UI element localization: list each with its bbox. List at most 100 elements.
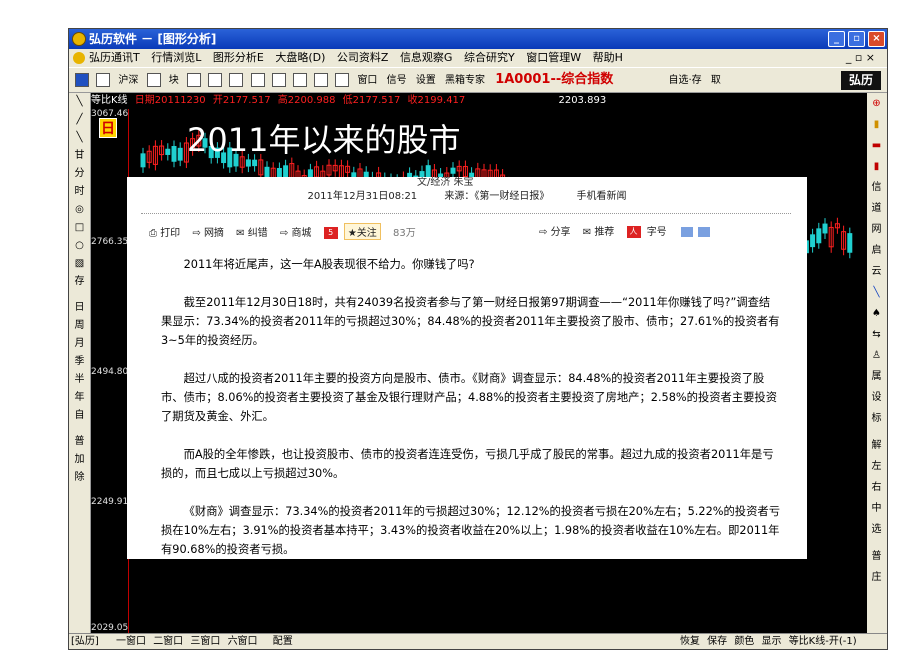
grid-icon[interactable] [146,73,161,87]
window-6-button[interactable]: 六窗口 [228,636,258,647]
mobile-news-link[interactable]: 手机看新闻 [577,191,627,202]
line-tool-icon[interactable]: ╲ [69,129,90,147]
right-tool-yun[interactable]: 云 [866,261,887,282]
right-tool-dao[interactable]: 道 [866,198,887,219]
print-link[interactable]: ⎙ 打印 [149,224,180,239]
font-decrease-icon[interactable] [698,227,711,237]
follow-button[interactable]: ★关注 [343,223,381,240]
rect-icon[interactable]: □ [69,219,90,237]
restore-layout-button[interactable]: 恢复 [680,636,700,647]
signal-icon[interactable] [314,73,329,87]
adjust-remove[interactable]: 除 [69,469,90,487]
doc-icon[interactable] [229,73,244,87]
recommend-icon[interactable]: 人 [626,226,641,238]
right-tool-she[interactable]: 设 [866,387,887,408]
toolbar-settings[interactable]: 设置 [416,69,436,93]
flow-icon[interactable]: ⇆ [866,324,887,345]
title-bar[interactable]: 弘历软件 － [图形分析] _ ▫ × [69,29,887,49]
flag-ru-icon[interactable]: ▬ [866,135,887,156]
cross-icon[interactable] [335,73,350,87]
right-tool-xin[interactable]: 信 [866,177,887,198]
page-icon[interactable] [96,73,111,87]
period-quarter[interactable]: 季 [69,353,90,371]
toolbar-signal[interactable]: 信号 [387,69,407,93]
pen-icon[interactable] [292,73,307,87]
menu-item[interactable]: 弘历通讯T [89,51,140,64]
candle-body [816,228,822,244]
line-tool-icon[interactable]: ╲ [69,93,90,111]
period-half[interactable]: 半 [69,371,90,389]
right-tool-wang[interactable]: 网 [866,219,887,240]
pencil-icon[interactable]: ╲ [866,282,887,303]
recommend-link[interactable]: ✉ 推荐 [583,223,615,238]
menu-item[interactable]: 图形分析E [213,51,264,64]
toolbar-watchlist[interactable]: 自选·存 [668,69,701,93]
toolbar-shsz[interactable]: 沪深 [118,69,138,93]
target-icon[interactable]: ◎ [69,201,90,219]
config-button[interactable]: 配置 [273,636,293,647]
bars-icon[interactable] [186,73,201,87]
save-layout-button[interactable]: 保存 [707,636,727,647]
close-button[interactable]: × [868,31,885,47]
menu-item[interactable]: 帮助H [593,51,623,64]
stock-name[interactable]: 1A0001--综合指数 [495,68,613,92]
period-month[interactable]: 月 [69,335,90,353]
line-tool-icon[interactable]: ╱ [69,111,90,129]
right-tool-biao[interactable]: 标 [866,408,887,429]
minimize-button[interactable]: _ [828,31,845,47]
left-tool-fen[interactable]: 分 [69,165,90,183]
display-button[interactable]: 显示 [762,636,782,647]
toolbar-fetch[interactable]: 取 [711,69,721,93]
menu-item[interactable]: 大盘略(D) [275,51,325,64]
toolbar-window[interactable]: 窗口 [357,69,377,93]
crosshair-icon[interactable]: ⊕ [866,93,887,114]
bookmark-icon[interactable]: ▮ [866,114,887,135]
font-increase-icon[interactable] [680,227,693,237]
right-tool-jie[interactable]: 解 [866,435,887,456]
right-tool-pu[interactable]: 普 [866,546,887,567]
adjust-add[interactable]: 加 [69,451,90,469]
color-button[interactable]: 颜色 [734,636,754,647]
menu-item[interactable]: 信息观察G [400,51,453,64]
menu-item[interactable]: 行情浏览L [151,51,201,64]
toolbar-block[interactable]: 块 [169,69,179,93]
menu-item[interactable]: 窗口管理W [526,51,581,64]
period-year[interactable]: 年 [69,389,90,407]
weibo-icon[interactable]: 5 [323,227,338,239]
menu-item[interactable]: 综合研究Y [464,51,515,64]
right-tool-shu[interactable]: 属 [866,366,887,387]
mdi-controls[interactable]: _ ▫ × [846,49,875,67]
image-icon[interactable]: ▧ [69,255,90,273]
left-tool-gan[interactable]: 甘 [69,147,90,165]
adjust-normal[interactable]: 普 [69,433,90,451]
correct-link[interactable]: ✉ 纠错 [236,224,268,239]
binoculars-icon[interactable]: ♠ [866,303,887,324]
person-icon[interactable]: ♙ [866,345,887,366]
left-tool-save[interactable]: 存 [69,273,90,291]
circle-icon[interactable]: ○ [69,237,90,255]
square-icon[interactable] [250,73,265,87]
restore-button[interactable]: ▫ [848,31,865,47]
window-1-button[interactable]: 一窗口 [116,636,146,647]
period-day[interactable]: 日 [69,299,90,317]
window-3-button[interactable]: 三窗口 [190,636,220,647]
right-tool-you[interactable]: 右 [866,477,887,498]
share-link[interactable]: ⇨ 分享 [539,223,571,238]
right-tool-zuo[interactable]: 左 [866,456,887,477]
mall-link[interactable]: ⇨ 商城 [280,224,312,239]
period-week[interactable]: 周 [69,317,90,335]
table-icon[interactable] [208,73,223,87]
toolbar-expert[interactable]: 黑箱专家 [445,69,485,93]
window-2-button[interactable]: 二窗口 [153,636,183,647]
flag-it-icon[interactable]: ▮ [866,156,887,177]
right-tool-xuan[interactable]: 选 [866,519,887,540]
chart-icon[interactable] [75,73,89,87]
menu-item[interactable]: 公司资料Z [337,51,389,64]
right-tool-zhong[interactable]: 中 [866,498,887,519]
bookmark-link[interactable]: ⇨ 网摘 [192,224,224,239]
right-tool-qi[interactable]: 启 [866,240,887,261]
gear-icon[interactable] [271,73,286,87]
left-tool-shi[interactable]: 时 [69,183,90,201]
right-tool-zhuang[interactable]: 庄 [866,567,887,588]
period-custom[interactable]: 自 [69,407,90,425]
